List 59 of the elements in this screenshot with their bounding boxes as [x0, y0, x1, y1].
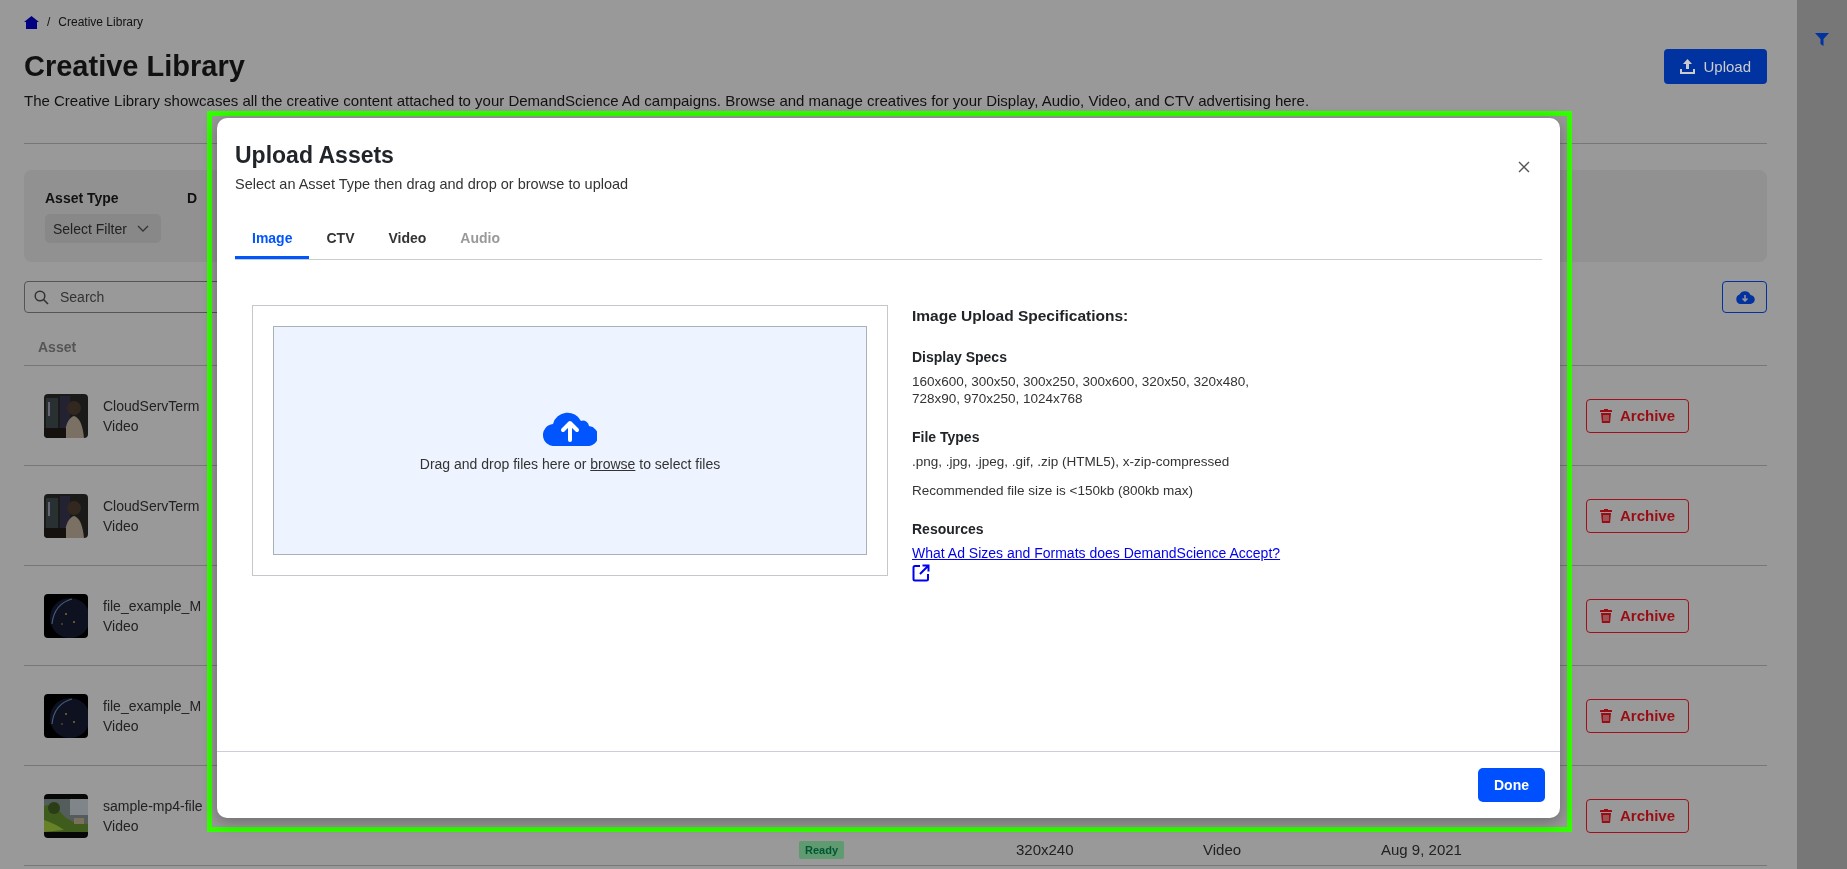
- asset-type: Video: [103, 817, 140, 834]
- home-icon[interactable]: [24, 15, 39, 29]
- type-cell: Video: [1203, 841, 1242, 858]
- trash-icon: [1600, 408, 1612, 423]
- asset-name: sample-mp4-file: [103, 797, 203, 814]
- specs-text: Recommended file size is <150kb (800kb max): [912, 482, 1194, 499]
- filter-label: D: [186, 189, 198, 207]
- archive-button[interactable]: Archive: [1586, 498, 1690, 533]
- trash-icon: [1600, 508, 1612, 523]
- asset-name: CloudServTerm: [103, 397, 200, 414]
- specs-text: 160x600, 300x50, 300x250, 300x600, 320x50, 320x480, 728x90, 970x250, 1024x768: [912, 373, 1251, 407]
- search-icon: [34, 290, 49, 305]
- download-button[interactable]: [1722, 281, 1767, 313]
- asset-name: CloudServTerm: [103, 497, 200, 514]
- asset-type-tab[interactable]: CTV: [309, 219, 372, 259]
- asset-type: Video: [103, 617, 140, 634]
- browse-link[interactable]: browse: [590, 456, 636, 472]
- column-header: Asset: [37, 338, 77, 357]
- asset-name: file_example_M: [103, 597, 202, 614]
- archive-button[interactable]: Archive: [1586, 398, 1690, 433]
- upload-icon: [1680, 58, 1696, 74]
- archive-button[interactable]: Archive: [1586, 598, 1690, 633]
- done-button[interactable]: Done: [1478, 768, 1545, 802]
- breadcrumb-separator: /: [47, 15, 51, 29]
- filter-label: Asset Type: [45, 189, 120, 207]
- trash-icon: [1600, 608, 1612, 623]
- size-cell: 320x240: [1016, 841, 1074, 858]
- specs-text: .png, .jpg, .jpeg, .gif, .zip (HTML5), x-zip-compressed: [912, 453, 1231, 470]
- trash-icon: [1600, 808, 1612, 823]
- asset-type: Video: [103, 417, 140, 434]
- external-link-icon[interactable]: [912, 564, 930, 582]
- asset-name: file_example_M: [103, 697, 202, 714]
- close-icon: [1518, 161, 1530, 173]
- chevron-down-icon: [136, 225, 149, 232]
- specs-section-title: Display Specs: [912, 348, 1008, 367]
- dialog-title: Upload Assets: [235, 141, 394, 170]
- page-description: The Creative Library showcases all the creative content attached to your DemandScience Ad campaigns. Browse and manage creatives for your Display, Audio, Video, and CTV advertising here.: [24, 92, 1311, 109]
- asset-type-tab[interactable]: Image: [235, 219, 310, 259]
- specs-section-title: File Types: [912, 428, 981, 447]
- close-button[interactable]: [1518, 161, 1530, 173]
- asset-type: Video: [103, 517, 140, 534]
- breadcrumb-current: Creative Library: [58, 15, 144, 29]
- page-title: Creative Library: [24, 49, 245, 83]
- specs-heading: Image Upload Specifications:: [912, 306, 1130, 326]
- upload-button[interactable]: Upload: [1664, 48, 1767, 84]
- archive-button[interactable]: Archive: [1586, 798, 1690, 833]
- trash-icon: [1600, 708, 1612, 723]
- cloud-download-icon: [1734, 290, 1755, 304]
- dialog-subtitle: Select an Asset Type then drag and drop or browse to upload: [235, 176, 629, 192]
- date-cell: Aug 9, 2021: [1381, 841, 1462, 858]
- specs-section-title: Resources: [912, 520, 985, 539]
- filter-dropdown[interactable]: Select Filter: [45, 214, 161, 243]
- drop-instructions: Drag and drop files here or browse to select files: [419, 456, 721, 472]
- asset-type: Video: [103, 717, 140, 734]
- archive-button[interactable]: Archive: [1586, 698, 1690, 733]
- status-badge: Ready: [799, 841, 845, 859]
- resource-link[interactable]: What Ad Sizes and Formats does DemandScience Accept?: [912, 545, 1281, 561]
- dropzone[interactable]: Drag and drop files here or browse to select files: [273, 326, 867, 555]
- asset-type-tab[interactable]: Video: [371, 219, 444, 259]
